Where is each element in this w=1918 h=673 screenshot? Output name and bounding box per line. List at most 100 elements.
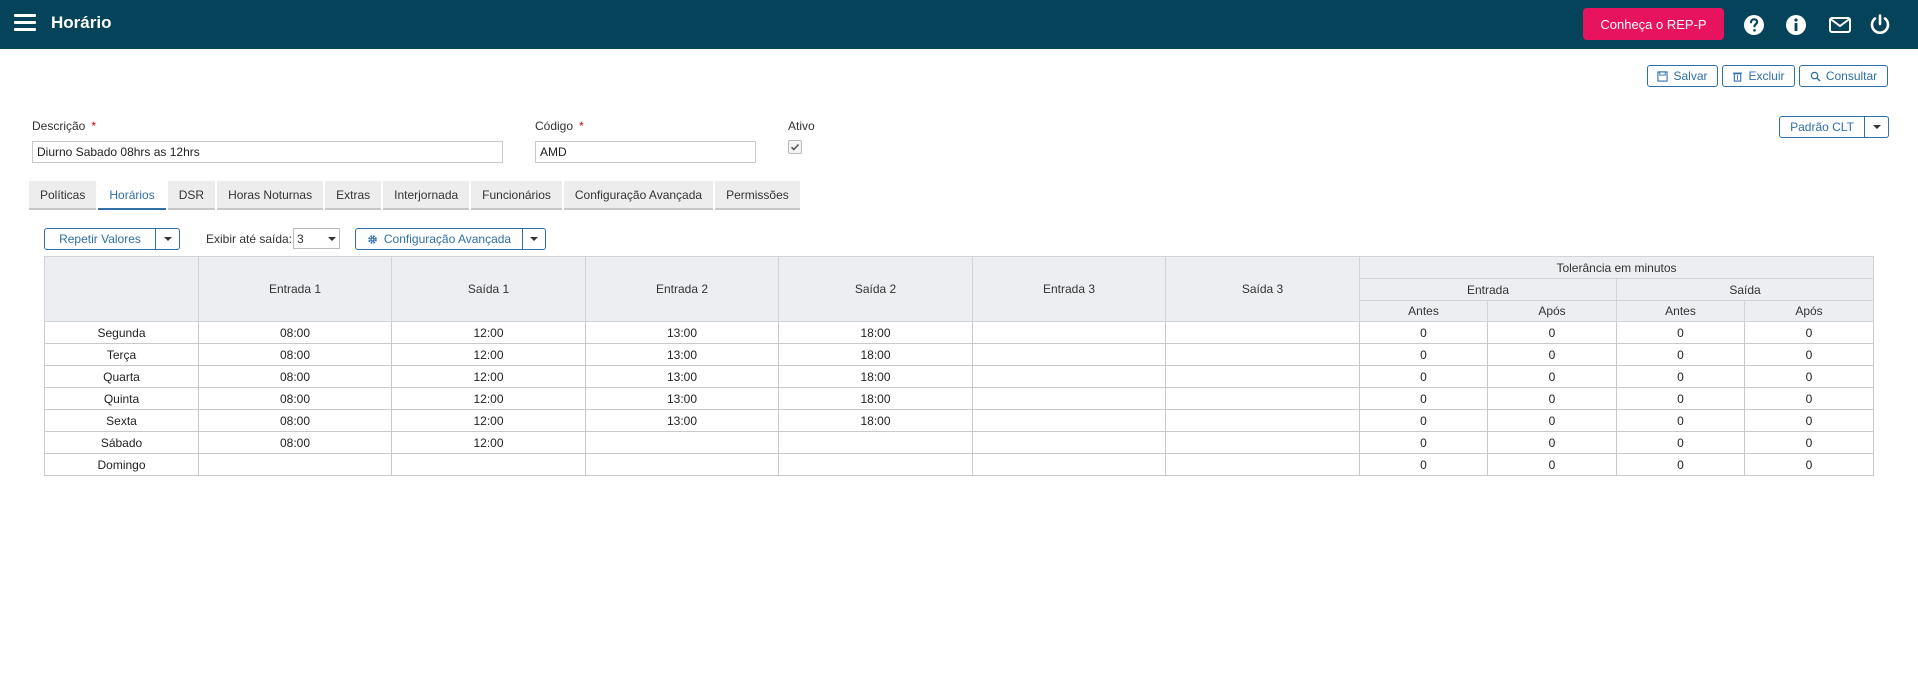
time-cell[interactable]: 12:00: [391, 365, 586, 388]
tab-extras[interactable]: Extras: [325, 181, 382, 210]
tolerance-cell[interactable]: 0: [1744, 343, 1874, 366]
time-cell[interactable]: 08:00: [198, 387, 392, 410]
tolerance-cell[interactable]: 0: [1616, 409, 1745, 432]
exibir-ate-saida-select[interactable]: 3: [293, 228, 340, 249]
rep-p-button[interactable]: Conheça o REP-P: [1583, 8, 1724, 40]
time-cell[interactable]: 13:00: [585, 387, 779, 410]
tab-politicas[interactable]: Políticas: [29, 181, 97, 210]
repetir-valores-button[interactable]: Repetir Valores: [44, 228, 156, 250]
time-cell[interactable]: 13:00: [585, 365, 779, 388]
tab-interjornada[interactable]: Interjornada: [383, 181, 470, 210]
tolerance-cell[interactable]: 0: [1616, 453, 1745, 476]
tolerance-cell[interactable]: 0: [1744, 409, 1874, 432]
time-cell[interactable]: 18:00: [778, 365, 973, 388]
ativo-checkbox[interactable]: [788, 140, 802, 154]
tolerance-cell[interactable]: 0: [1359, 409, 1488, 432]
tab-horarios[interactable]: Horários: [98, 181, 166, 210]
tolerance-cell[interactable]: 0: [1616, 365, 1745, 388]
tolerancia-sub-header: Antes: [1359, 300, 1488, 322]
time-cell[interactable]: 12:00: [391, 431, 586, 454]
tolerance-cell[interactable]: 0: [1487, 365, 1617, 388]
time-cell[interactable]: [972, 409, 1166, 432]
time-cell[interactable]: [1165, 321, 1360, 344]
time-cell[interactable]: [1165, 453, 1360, 476]
time-cell[interactable]: 12:00: [391, 321, 586, 344]
repetir-valores-dropdown[interactable]: [156, 228, 180, 250]
tolerance-cell[interactable]: 0: [1744, 321, 1874, 344]
tolerance-cell[interactable]: 0: [1744, 387, 1874, 410]
time-cell[interactable]: 08:00: [198, 409, 392, 432]
time-cell[interactable]: 08:00: [198, 365, 392, 388]
time-cell[interactable]: [585, 431, 779, 454]
tolerance-cell[interactable]: 0: [1359, 365, 1488, 388]
time-cell[interactable]: [1165, 431, 1360, 454]
time-cell[interactable]: 13:00: [585, 343, 779, 366]
time-cell[interactable]: 08:00: [198, 431, 392, 454]
delete-button[interactable]: Excluir: [1722, 65, 1795, 87]
time-cell[interactable]: [972, 365, 1166, 388]
tolerance-cell[interactable]: 0: [1744, 431, 1874, 454]
padrao-clt-dropdown[interactable]: [1865, 116, 1889, 138]
time-cell[interactable]: [198, 453, 392, 476]
time-cell[interactable]: 12:00: [391, 409, 586, 432]
tolerance-cell[interactable]: 0: [1359, 431, 1488, 454]
tolerance-cell[interactable]: 0: [1487, 409, 1617, 432]
tolerance-cell[interactable]: 0: [1616, 343, 1745, 366]
time-cell[interactable]: [972, 453, 1166, 476]
config-avancada-dropdown[interactable]: [523, 228, 546, 250]
time-cell[interactable]: [972, 321, 1166, 344]
tab-funcionarios[interactable]: Funcionários: [471, 181, 562, 210]
tolerance-cell[interactable]: 0: [1744, 453, 1874, 476]
descricao-input[interactable]: [32, 141, 503, 163]
tab-dsr[interactable]: DSR: [167, 181, 216, 210]
time-cell[interactable]: [972, 431, 1166, 454]
time-cell[interactable]: 18:00: [778, 409, 973, 432]
help-icon[interactable]: [1742, 13, 1766, 37]
time-cell[interactable]: 13:00: [585, 321, 779, 344]
time-cell[interactable]: [1165, 387, 1360, 410]
save-button[interactable]: Salvar: [1647, 65, 1718, 87]
menu-icon[interactable]: [14, 14, 36, 34]
codigo-input[interactable]: [535, 141, 756, 163]
tolerance-cell[interactable]: 0: [1487, 321, 1617, 344]
time-cell[interactable]: [1165, 365, 1360, 388]
tolerance-cell[interactable]: 0: [1616, 431, 1745, 454]
time-cell[interactable]: [972, 387, 1166, 410]
tolerance-cell[interactable]: 0: [1359, 387, 1488, 410]
tolerance-cell[interactable]: 0: [1616, 387, 1745, 410]
tolerance-cell[interactable]: 0: [1487, 431, 1617, 454]
tolerance-cell[interactable]: 0: [1487, 453, 1617, 476]
time-cell[interactable]: 08:00: [198, 321, 392, 344]
time-cell[interactable]: [391, 453, 586, 476]
time-cell[interactable]: 12:00: [391, 343, 586, 366]
time-cell[interactable]: [972, 343, 1166, 366]
tolerance-cell[interactable]: 0: [1616, 321, 1745, 344]
time-cell[interactable]: [1165, 343, 1360, 366]
power-icon[interactable]: [1868, 13, 1892, 37]
tab-configuracao-avancada[interactable]: Configuração Avançada: [563, 181, 714, 210]
save-label: Salvar: [1673, 69, 1708, 83]
tab-horas-noturnas[interactable]: Horas Noturnas: [217, 181, 324, 210]
tolerance-cell[interactable]: 0: [1487, 343, 1617, 366]
tolerance-cell[interactable]: 0: [1744, 365, 1874, 388]
time-cell[interactable]: [1165, 409, 1360, 432]
tolerance-cell[interactable]: 0: [1487, 387, 1617, 410]
tolerance-cell[interactable]: 0: [1359, 343, 1488, 366]
time-cell[interactable]: 18:00: [778, 343, 973, 366]
mail-icon[interactable]: [1828, 13, 1852, 37]
padrao-clt-button[interactable]: Padrão CLT: [1779, 116, 1865, 138]
tolerance-cell[interactable]: 0: [1359, 453, 1488, 476]
query-button[interactable]: Consultar: [1799, 65, 1888, 87]
time-cell[interactable]: 08:00: [198, 343, 392, 366]
time-cell[interactable]: [778, 453, 973, 476]
time-cell[interactable]: [778, 431, 973, 454]
time-cell[interactable]: 18:00: [778, 387, 973, 410]
config-avancada-button[interactable]: Configuração Avançada: [355, 228, 523, 250]
time-cell[interactable]: 13:00: [585, 409, 779, 432]
tolerance-cell[interactable]: 0: [1359, 321, 1488, 344]
tab-permissoes[interactable]: Permissões: [715, 181, 800, 210]
info-icon[interactable]: [1784, 13, 1808, 37]
time-cell[interactable]: 12:00: [391, 387, 586, 410]
time-cell[interactable]: [585, 453, 779, 476]
time-cell[interactable]: 18:00: [778, 321, 973, 344]
